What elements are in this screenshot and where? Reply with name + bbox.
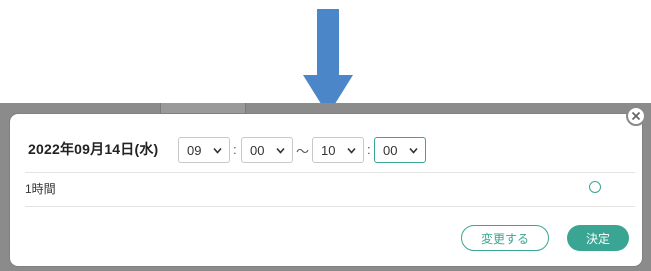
start-hour-select[interactable]: 09 [178, 137, 230, 163]
close-button[interactable] [626, 106, 646, 126]
close-icon [631, 111, 641, 121]
divider [25, 172, 635, 173]
chevron-down-icon [347, 147, 356, 154]
range-separator: 〜 [296, 144, 310, 159]
time-colon: : [233, 142, 237, 157]
duration-option-row[interactable]: 1時間 [25, 174, 635, 202]
change-button[interactable]: 変更する [461, 225, 549, 251]
backdrop-tab [160, 103, 246, 113]
decide-button[interactable]: 決定 [567, 225, 629, 251]
chevron-down-icon [213, 147, 222, 154]
end-minute-value: 00 [383, 142, 398, 158]
chevron-down-icon [276, 147, 285, 154]
duration-option-label: 1時間 [25, 181, 56, 196]
start-minute-select[interactable]: 00 [241, 137, 293, 163]
end-hour-value: 10 [321, 142, 336, 158]
down-arrow-icon [303, 9, 353, 115]
duration-radio[interactable] [589, 181, 601, 193]
date-label: 2022年09月14日(水) [28, 141, 159, 157]
time-colon: : [367, 142, 371, 157]
divider [25, 206, 635, 207]
start-minute-value: 00 [250, 142, 265, 158]
end-hour-select[interactable]: 10 [312, 137, 364, 163]
end-minute-select[interactable]: 00 [374, 137, 426, 163]
chevron-down-icon [409, 147, 418, 154]
start-hour-value: 09 [187, 142, 202, 158]
